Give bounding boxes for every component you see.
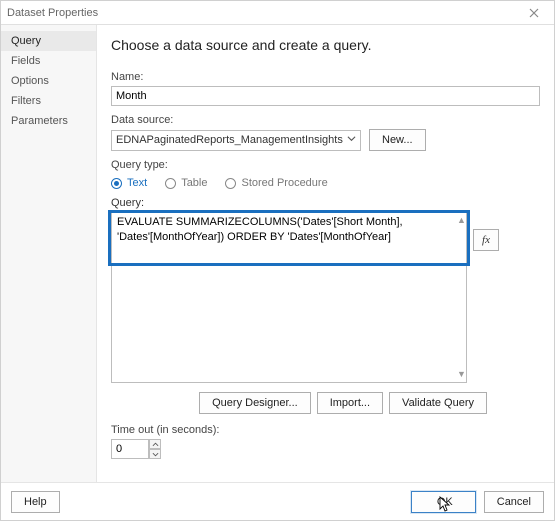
ok-button[interactable]: OK — [411, 491, 476, 513]
scroll-down-icon[interactable]: ▼ — [457, 369, 466, 379]
datasource-value: EDNAPaginatedReports_ManagementInsights — [116, 134, 343, 146]
querytype-radio-text[interactable]: Text — [111, 177, 147, 189]
help-button[interactable]: Help — [11, 491, 60, 513]
sidebar-item-query[interactable]: Query — [1, 31, 96, 51]
close-icon[interactable] — [520, 4, 548, 22]
expression-button[interactable]: fx — [473, 229, 499, 251]
import-button[interactable]: Import... — [317, 392, 383, 414]
querytype-label: Query type: — [111, 159, 540, 171]
scroll-up-icon[interactable]: ▲ — [457, 215, 466, 225]
sidebar: Query Fields Options Filters Parameters — [1, 25, 97, 482]
timeout-spin-down[interactable] — [149, 449, 161, 459]
timeout-spin-up[interactable] — [149, 439, 161, 449]
querytype-radio-table[interactable]: Table — [165, 177, 207, 189]
name-label: Name: — [111, 71, 540, 83]
query-textarea[interactable] — [111, 211, 467, 383]
query-label: Query: — [111, 197, 540, 209]
validate-query-button[interactable]: Validate Query — [389, 392, 487, 414]
datasource-label: Data source: — [111, 114, 540, 126]
sidebar-item-filters[interactable]: Filters — [1, 91, 96, 111]
page-heading: Choose a data source and create a query. — [111, 37, 540, 53]
cancel-button[interactable]: Cancel — [484, 491, 544, 513]
chevron-down-icon — [347, 134, 356, 146]
name-input[interactable] — [111, 86, 540, 106]
querytype-radio-storedproc[interactable]: Stored Procedure — [225, 177, 327, 189]
timeout-label: Time out (in seconds): — [111, 424, 540, 436]
datasource-dropdown[interactable]: EDNAPaginatedReports_ManagementInsights — [111, 130, 361, 151]
sidebar-item-fields[interactable]: Fields — [1, 51, 96, 71]
timeout-input[interactable] — [111, 439, 149, 459]
window-title: Dataset Properties — [7, 7, 98, 19]
sidebar-item-parameters[interactable]: Parameters — [1, 111, 96, 131]
new-datasource-button[interactable]: New... — [369, 129, 426, 151]
sidebar-item-options[interactable]: Options — [1, 71, 96, 91]
query-designer-button[interactable]: Query Designer... — [199, 392, 311, 414]
